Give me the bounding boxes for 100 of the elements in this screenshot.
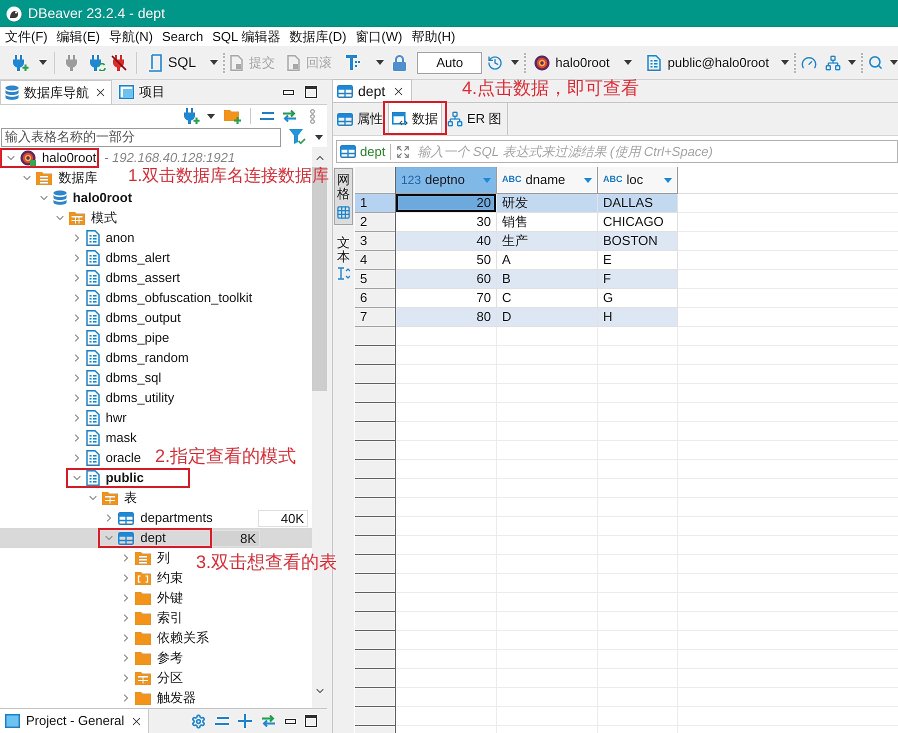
transaction-mode-field[interactable]: Auto bbox=[417, 52, 482, 74]
menu-item[interactable]: 编辑(E) bbox=[56, 26, 100, 46]
panel-tab[interactable]: 项目 bbox=[115, 80, 169, 104]
minimize-icon[interactable] bbox=[285, 718, 296, 724]
column-header[interactable]: ABC dname bbox=[497, 167, 598, 194]
tree-item[interactable]: dbms_utility bbox=[0, 388, 176, 408]
editor-subtab[interactable]: 数据 bbox=[388, 103, 442, 135]
caret-icon[interactable] bbox=[511, 60, 520, 65]
tree-item[interactable]: dbms_assert bbox=[0, 268, 182, 288]
menu-item[interactable]: 窗口(W) bbox=[355, 26, 402, 46]
plug-plus-icon[interactable] bbox=[182, 108, 200, 124]
tree-item[interactable]: dbms_output bbox=[0, 308, 183, 328]
caret-icon[interactable] bbox=[848, 60, 856, 65]
row-number[interactable]: 2 bbox=[355, 213, 395, 232]
row-number[interactable]: 1 bbox=[355, 194, 395, 213]
row-number[interactable]: 5 bbox=[355, 270, 395, 289]
plug-refresh-icon[interactable] bbox=[88, 54, 106, 70]
filter-bar[interactable]: dept 输入一个 SQL 表达式来过滤结果 (使用 Ctrl+Space) bbox=[336, 140, 898, 163]
caret-icon[interactable] bbox=[207, 114, 215, 118]
maximize-icon[interactable] bbox=[305, 86, 317, 98]
tree-item[interactable]: dbms_random bbox=[0, 348, 191, 368]
table-cell: 40 bbox=[396, 232, 497, 251]
tree-item[interactable]: 数据库 bbox=[0, 168, 100, 188]
schema-selector[interactable]: public@halo0root bbox=[646, 52, 789, 72]
panel-tab[interactable]: 数据库导航 bbox=[0, 80, 112, 104]
tree-item[interactable]: 外键 bbox=[0, 588, 185, 608]
lock-icon[interactable] bbox=[393, 54, 406, 70]
close-icon[interactable] bbox=[94, 86, 107, 99]
gauge-icon[interactable] bbox=[801, 54, 817, 70]
filter-field[interactable]: 输入表格名称的一部分 bbox=[1, 128, 281, 146]
swap-arrows-icon[interactable] bbox=[261, 715, 276, 727]
tree-item[interactable]: halo0root - 192.168.40.128:1921 bbox=[0, 148, 238, 168]
window-title: DBeaver 23.2.4 - dept bbox=[28, 4, 165, 23]
row-number[interactable]: 3 bbox=[355, 232, 395, 251]
view-tab[interactable]: 网格 bbox=[334, 168, 353, 225]
t-bar-icon[interactable] bbox=[346, 55, 360, 70]
tree-item[interactable]: dbms_alert bbox=[0, 248, 172, 268]
tree-item[interactable]: 约束 bbox=[0, 568, 185, 588]
sql-button[interactable]: SQL bbox=[148, 52, 196, 73]
funnel-icon[interactable] bbox=[289, 129, 306, 145]
tree-item[interactable]: 索引 bbox=[0, 608, 185, 628]
tree-item[interactable]: anon bbox=[0, 228, 137, 248]
caret-icon[interactable] bbox=[315, 134, 323, 140]
lines-icon[interactable] bbox=[260, 112, 274, 120]
expand-icon[interactable] bbox=[396, 144, 410, 158]
tree-item[interactable]: 列 bbox=[0, 548, 172, 568]
plus-icon[interactable] bbox=[238, 714, 252, 728]
caret-icon[interactable] bbox=[781, 60, 789, 65]
hierarchy-icon[interactable] bbox=[825, 54, 841, 70]
tree-item[interactable]: oracle bbox=[0, 448, 144, 468]
minimize-icon[interactable] bbox=[283, 90, 294, 94]
tree-item[interactable]: public bbox=[0, 468, 194, 488]
tree-item[interactable]: departments 40K bbox=[0, 508, 312, 528]
plug-plus-icon[interactable] bbox=[11, 54, 29, 70]
caret-icon[interactable] bbox=[624, 60, 632, 65]
editor-subtab[interactable]: 属性 bbox=[334, 103, 386, 135]
caret-icon[interactable] bbox=[39, 60, 47, 65]
tree-item[interactable]: 分区 bbox=[0, 668, 185, 688]
settings-icon[interactable] bbox=[191, 714, 206, 728]
plug-crossed-icon[interactable] bbox=[111, 54, 129, 70]
search-icon[interactable] bbox=[868, 55, 883, 70]
maximize-icon[interactable] bbox=[305, 715, 317, 727]
menu-item[interactable]: 导航(N) bbox=[108, 26, 153, 46]
tree-item[interactable]: 表 bbox=[0, 488, 139, 508]
tree-item[interactable]: 依赖关系 bbox=[0, 628, 211, 648]
menu-item[interactable]: 文件(F) bbox=[5, 26, 48, 46]
tree-item[interactable]: dbms_obfuscation_toolkit bbox=[0, 288, 254, 308]
column-header[interactable]: 123 deptno bbox=[396, 167, 497, 194]
scrollbar-thumb[interactable] bbox=[312, 167, 327, 391]
caret-icon[interactable] bbox=[376, 60, 384, 65]
column-header[interactable]: ABC loc bbox=[598, 167, 678, 194]
swap-arrows-icon[interactable] bbox=[282, 110, 297, 122]
menu-item[interactable]: Search bbox=[162, 26, 204, 46]
history-icon[interactable] bbox=[487, 54, 504, 70]
row-number[interactable]: 4 bbox=[355, 251, 395, 270]
tree-item[interactable]: dbms_pipe bbox=[0, 328, 172, 348]
panel-tab[interactable]: Project - General bbox=[0, 709, 150, 733]
connection-selector[interactable]: halo0root bbox=[534, 52, 632, 72]
folder-plus-icon[interactable] bbox=[224, 108, 241, 124]
row-number[interactable]: 7 bbox=[355, 308, 395, 327]
tree-item[interactable]: 参考 bbox=[0, 648, 185, 668]
view-tab[interactable]: 文本 bbox=[334, 230, 353, 286]
editor-subtab[interactable]: ER 图 bbox=[444, 103, 505, 135]
lines-icon[interactable] bbox=[215, 717, 229, 725]
tree-item[interactable]: mask bbox=[0, 428, 139, 448]
menu-item[interactable]: 帮助(H) bbox=[411, 26, 456, 46]
menu-item[interactable]: 数据库(D) bbox=[289, 26, 346, 46]
row-number[interactable]: 6 bbox=[355, 289, 395, 308]
tree-item[interactable]: hwr bbox=[0, 408, 129, 428]
more-icon[interactable] bbox=[310, 108, 315, 124]
editor-tab[interactable]: dept bbox=[332, 79, 412, 102]
tree-item[interactable]: dbms_sql bbox=[0, 368, 164, 388]
tree-item[interactable]: halo0root bbox=[0, 188, 134, 208]
table-size: 40K bbox=[258, 510, 308, 526]
tree-item[interactable]: 模式 bbox=[0, 208, 120, 228]
caret-icon[interactable] bbox=[210, 60, 218, 65]
tree-item[interactable]: dept 8K bbox=[0, 528, 312, 548]
caret-icon[interactable] bbox=[890, 60, 898, 65]
tree-item[interactable]: 触发器 bbox=[0, 688, 198, 708]
menu-item[interactable]: SQL 编辑器 bbox=[212, 26, 280, 46]
